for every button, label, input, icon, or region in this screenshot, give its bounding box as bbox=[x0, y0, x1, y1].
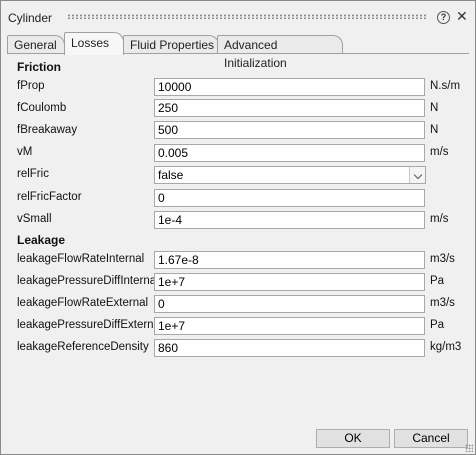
vm-unit: m/s bbox=[430, 146, 449, 158]
leakage-pressurediff-internal-unit: Pa bbox=[430, 275, 445, 287]
fbreakaway-field[interactable]: 500 bbox=[154, 121, 425, 139]
friction-heading: Friction bbox=[17, 60, 61, 74]
leakage-pressurediff-internal-field[interactable]: 1e+7 bbox=[154, 273, 425, 291]
leakage-reference-density-label: leakageReferenceDensity bbox=[17, 341, 149, 353]
help-icon[interactable]: ? bbox=[437, 11, 450, 24]
fprop-label: fProp bbox=[17, 80, 45, 92]
fbreakaway-label: fBreakaway bbox=[17, 124, 78, 136]
fcoulomb-label: fCoulomb bbox=[17, 102, 67, 114]
tab-bar: General Losses Fluid Properties Advanced… bbox=[7, 32, 473, 70]
close-icon[interactable]: ✕ bbox=[456, 8, 468, 25]
relfric-label: relFric bbox=[17, 168, 49, 180]
vsmall-unit: m/s bbox=[430, 213, 449, 225]
leakage-pressurediff-internal-label: leakagePressureDiffInternal bbox=[17, 275, 159, 287]
leakage-flowrate-external-label: leakageFlowRateExternal bbox=[17, 297, 149, 309]
relfric-dropdown[interactable]: false bbox=[154, 166, 426, 184]
tab-general[interactable]: General bbox=[7, 35, 65, 53]
vm-field[interactable]: 0.005 bbox=[154, 144, 425, 162]
vsmall-field[interactable]: 1e-4 bbox=[154, 211, 425, 229]
ok-button-label: OK bbox=[344, 431, 362, 445]
leakage-pressurediff-external-label: leakagePressureDiffExternal bbox=[17, 319, 163, 331]
tab-advanced-initialization[interactable]: Advanced Initialization bbox=[217, 35, 343, 70]
relfricfactor-label: relFricFactor bbox=[17, 191, 82, 203]
leakage-flowrate-external-unit: m3/s bbox=[430, 297, 455, 309]
ok-button[interactable]: OK bbox=[316, 429, 390, 448]
vm-label: vM bbox=[17, 146, 33, 158]
leakage-heading: Leakage bbox=[17, 233, 66, 247]
relfric-selected-value: false bbox=[158, 168, 184, 182]
chevron-down-icon[interactable] bbox=[409, 167, 425, 183]
drag-grip[interactable] bbox=[67, 14, 427, 19]
fprop-unit: N.s/m bbox=[430, 80, 461, 92]
relfricfactor-field[interactable]: 0 bbox=[154, 189, 425, 207]
leakage-pressurediff-external-field[interactable]: 1e+7 bbox=[154, 317, 425, 335]
fcoulomb-field[interactable]: 250 bbox=[154, 99, 425, 117]
resize-grip[interactable] bbox=[465, 444, 473, 452]
title-bar[interactable]: Cylinder ? ✕ bbox=[1, 1, 475, 31]
leakage-flowrate-internal-unit: m3/s bbox=[430, 253, 455, 265]
window-title: Cylinder bbox=[8, 11, 53, 25]
leakage-flowrate-internal-label: leakageFlowRateInternal bbox=[17, 253, 145, 265]
leakage-pressurediff-external-unit: Pa bbox=[430, 319, 445, 331]
leakage-flowrate-internal-field[interactable]: 1.67e-8 bbox=[154, 251, 425, 269]
leakage-reference-density-field[interactable]: 860 bbox=[154, 339, 425, 357]
fbreakaway-unit: N bbox=[430, 124, 439, 136]
leakage-flowrate-external-field[interactable]: 0 bbox=[154, 295, 425, 313]
cancel-button-label: Cancel bbox=[412, 431, 450, 445]
tab-losses[interactable]: Losses bbox=[64, 32, 124, 55]
cylinder-dialog: Cylinder ? ✕ General Losses Fluid Proper… bbox=[0, 0, 476, 455]
leakage-reference-density-unit: kg/m3 bbox=[430, 341, 462, 353]
vsmall-label: vSmall bbox=[17, 213, 52, 225]
fcoulomb-unit: N bbox=[430, 102, 439, 114]
cancel-button[interactable]: Cancel bbox=[394, 429, 468, 448]
fprop-field[interactable]: 10000 bbox=[154, 78, 425, 96]
tab-fluid-properties[interactable]: Fluid Properties bbox=[123, 35, 219, 53]
